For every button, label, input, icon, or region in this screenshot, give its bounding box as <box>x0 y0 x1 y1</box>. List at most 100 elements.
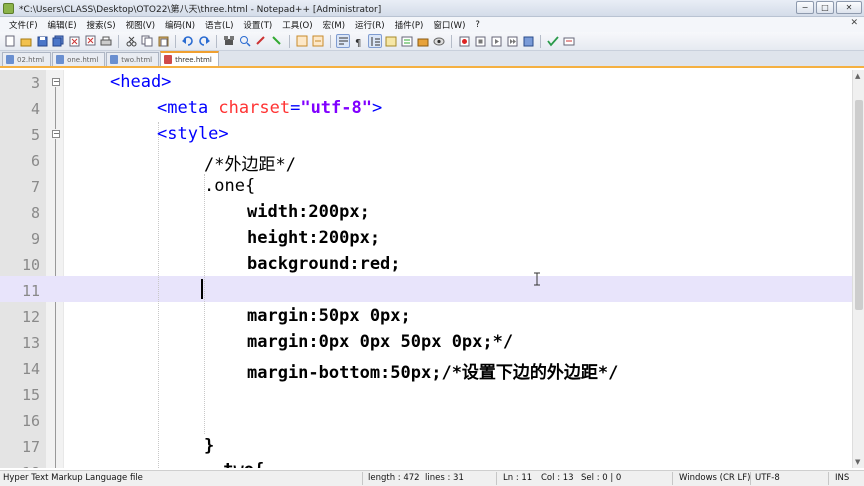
tab-two-html[interactable]: two.html <box>106 52 160 66</box>
tab-one-html[interactable]: one.html <box>52 52 106 66</box>
status-encoding: UTF-8 <box>755 473 780 483</box>
copy-icon[interactable] <box>140 34 154 48</box>
equals-sign: = <box>290 98 301 118</box>
run-icon[interactable] <box>562 34 576 48</box>
find-icon[interactable] <box>222 34 236 48</box>
paste-icon[interactable] <box>156 34 170 48</box>
close-icon[interactable] <box>67 34 81 48</box>
monitor-icon[interactable] <box>432 34 446 48</box>
menu-help[interactable]: ? <box>470 20 485 30</box>
code-line-9: height:200px; <box>247 228 381 248</box>
indent-guide-icon[interactable] <box>368 34 382 48</box>
title-bar: *C:\Users\CLASS\Desktop\OTO22\第八天\three.… <box>0 0 864 17</box>
code-line-13: margin:0px 0px 50px 0px;*/ <box>247 332 514 352</box>
code-line-17: } <box>204 436 215 456</box>
menu-bar: 文件(F) 编辑(E) 搜索(S) 视图(V) 编码(N) 语言(L) 设置(T… <box>0 17 864 32</box>
zoom-in-icon[interactable] <box>254 34 268 48</box>
tab-label: one.html <box>67 55 99 64</box>
code-line-18: .two{ <box>213 460 264 468</box>
replace-icon[interactable] <box>238 34 252 48</box>
menu-edit[interactable]: 编辑(E) <box>43 19 82 31</box>
code-line-4: <meta charset="utf-8"> <box>157 98 382 118</box>
maximize-button[interactable]: □ <box>816 1 834 14</box>
status-lines: lines : 31 <box>425 473 464 483</box>
close-document-icon[interactable]: ✕ <box>850 18 858 28</box>
code-line-3: <head> <box>110 72 172 92</box>
code-line-14: margin-bottom:50px;/*设置下边的外边距*/ <box>247 363 619 383</box>
status-length: length : 472 <box>368 473 420 483</box>
menu-file[interactable]: 文件(F) <box>4 19 43 31</box>
status-divider <box>496 472 497 485</box>
stop-macro-icon[interactable] <box>473 34 487 48</box>
scroll-down-icon[interactable]: ▼ <box>855 458 860 466</box>
modified-file-icon <box>164 55 173 64</box>
save-macro-icon[interactable] <box>521 34 535 48</box>
line-number: 5 <box>30 126 40 144</box>
play-macro-icon[interactable] <box>489 34 503 48</box>
line-number: 8 <box>30 204 40 222</box>
new-file-icon[interactable] <box>3 34 17 48</box>
tab-three-html[interactable]: three.html <box>160 51 219 66</box>
notepadpp-app-icon[interactable] <box>3 2 14 14</box>
cut-icon[interactable] <box>124 34 138 48</box>
line-number: 4 <box>30 100 40 118</box>
record-macro-icon[interactable] <box>457 34 471 48</box>
save-all-icon[interactable] <box>51 34 65 48</box>
line-number: 16 <box>21 412 40 430</box>
spell-check-icon[interactable] <box>546 34 560 48</box>
menu-window[interactable]: 窗口(W) <box>428 19 470 31</box>
run-macro-multiple-icon[interactable] <box>505 34 519 48</box>
menu-search[interactable]: 搜索(S) <box>82 19 121 31</box>
toolbar-separator <box>175 34 176 48</box>
sync-horizontal-icon[interactable] <box>311 34 325 48</box>
status-bar: Hyper Text Markup Language file length :… <box>0 470 864 486</box>
wrap-icon[interactable] <box>336 34 350 48</box>
menu-plugins[interactable]: 插件(P) <box>390 19 429 31</box>
tab-label: three.html <box>175 55 212 64</box>
line-number: 7 <box>30 178 40 196</box>
close-all-icon[interactable] <box>83 34 97 48</box>
text-cursor-icon <box>534 272 540 286</box>
zoom-out-icon[interactable] <box>270 34 284 48</box>
print-icon[interactable] <box>99 34 113 48</box>
line-number: 10 <box>21 256 40 274</box>
undo-icon[interactable] <box>181 34 195 48</box>
code-editor[interactable]: − − 3 4 5 6 7 8 9 10 11 12 13 14 15 16 1… <box>0 70 852 468</box>
line-number: 17 <box>21 438 40 456</box>
close-window-button[interactable]: ✕ <box>836 1 862 14</box>
menu-macro[interactable]: 宏(M) <box>318 19 350 31</box>
line-number: 15 <box>21 386 40 404</box>
toolbar-separator <box>118 34 119 48</box>
scroll-up-icon[interactable]: ▲ <box>855 72 860 80</box>
menu-run[interactable]: 运行(R) <box>350 19 390 31</box>
document-tab-bar: 02.html one.html two.html three.html <box>0 51 864 68</box>
status-column: Col : 13 <box>541 473 574 483</box>
line-number: 12 <box>21 308 40 326</box>
function-list-icon[interactable] <box>400 34 414 48</box>
status-divider <box>672 472 673 485</box>
open-icon[interactable] <box>19 34 33 48</box>
save-icon[interactable] <box>35 34 49 48</box>
svg-text:¶: ¶ <box>355 38 361 47</box>
tab-02-html[interactable]: 02.html <box>2 52 52 66</box>
minimize-button[interactable]: − <box>796 1 814 14</box>
all-chars-icon[interactable]: ¶ <box>352 34 366 48</box>
window-title: *C:\Users\CLASS\Desktop\OTO22\第八天\three.… <box>19 4 382 15</box>
vertical-scrollbar[interactable]: ▲ ▼ <box>852 70 864 468</box>
doc-map-icon[interactable] <box>384 34 398 48</box>
sync-vertical-icon[interactable] <box>295 34 309 48</box>
status-line-number: Ln : 11 <box>503 473 533 483</box>
code-line-5: <style> <box>157 124 229 144</box>
menu-encoding[interactable]: 编码(N) <box>160 19 200 31</box>
menu-settings[interactable]: 设置(T) <box>238 19 277 31</box>
toolbar-separator <box>540 34 541 48</box>
menu-language[interactable]: 语言(L) <box>200 19 238 31</box>
menu-tools[interactable]: 工具(O) <box>277 19 317 31</box>
charset-value: "utf-8" <box>300 98 372 118</box>
redo-icon[interactable] <box>197 34 211 48</box>
scrollbar-thumb[interactable] <box>855 100 863 310</box>
status-eol: Windows (CR LF) <box>679 473 751 483</box>
menu-view[interactable]: 视图(V) <box>121 19 160 31</box>
folder-workspace-icon[interactable] <box>416 34 430 48</box>
toolbar: ¶ <box>0 32 864 51</box>
